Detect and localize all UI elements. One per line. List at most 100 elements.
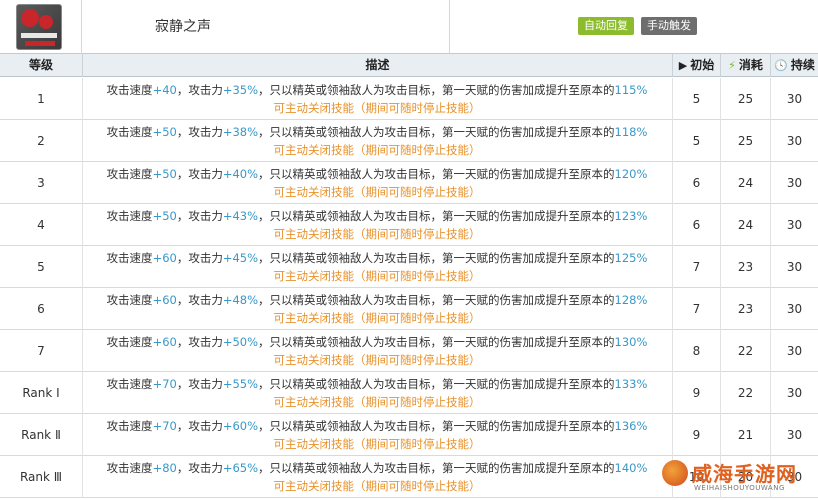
desc-effect-text: ，只以精英或领袖敌人为攻击目标，第一天赋的伤害加成提升至原本的 xyxy=(258,167,615,181)
row-duration: 30 xyxy=(770,330,818,372)
desc-toggle-note: 可主动关闭技能（期间可随时停止技能） xyxy=(273,353,481,367)
row-duration: 30 xyxy=(770,204,818,246)
table-row: 6 攻击速度+60，攻击力+48%，只以精英或领袖敌人为攻击目标，第一天赋的伤害加… xyxy=(0,288,818,330)
table-row: 2 攻击速度+50，攻击力+38%，只以精英或领袖敌人为攻击目标，第一天赋的伤害加… xyxy=(0,120,818,162)
row-initial-sp: 6 xyxy=(672,162,720,204)
table-row: 3 攻击速度+50，攻击力+40%，只以精英或领袖敌人为攻击目标，第一天赋的伤害加… xyxy=(0,162,818,204)
header-duration-label: 持续 xyxy=(790,58,815,72)
desc-atk-value: +60% xyxy=(222,419,259,433)
desc-talent-percent: 118% xyxy=(614,125,648,139)
row-level: 1 xyxy=(37,92,45,106)
desc-toggle-note: 可主动关闭技能（期间可随时停止技能） xyxy=(273,143,481,157)
desc-talent-percent: 136% xyxy=(614,419,648,433)
desc-effect-text: ，只以精英或领袖敌人为攻击目标，第一天赋的伤害加成提升至原本的 xyxy=(258,461,615,475)
row-description: 攻击速度+60，攻击力+45%，只以精英或领袖敌人为攻击目标，第一天赋的伤害加成… xyxy=(82,249,672,285)
row-level: 7 xyxy=(37,344,45,358)
desc-atk-speed-value: +60 xyxy=(152,335,177,349)
desc-talent-percent: 123% xyxy=(614,209,648,223)
row-duration: 30 xyxy=(770,78,818,120)
row-level: 4 xyxy=(37,218,45,232)
desc-toggle-note: 可主动关闭技能（期间可随时停止技能） xyxy=(273,101,481,115)
desc-talent-percent: 133% xyxy=(614,377,648,391)
desc-atk-value: +35% xyxy=(222,83,259,97)
row-description: 攻击速度+50，攻击力+43%，只以精英或领袖敌人为攻击目标，第一天赋的伤害加成… xyxy=(82,207,672,243)
row-initial-sp: 7 xyxy=(672,288,720,330)
desc-atk-speed-label: 攻击速度 xyxy=(106,335,153,349)
desc-talent-percent: 140% xyxy=(614,461,648,475)
desc-atk-speed-value: +70 xyxy=(152,377,177,391)
desc-atk-label: ，攻击力 xyxy=(176,209,223,223)
row-sp-cost: 24 xyxy=(720,204,770,246)
table-row: 5 攻击速度+60，攻击力+45%，只以精英或领袖敌人为攻击目标，第一天赋的伤害加… xyxy=(0,246,818,288)
row-sp-cost: 23 xyxy=(720,246,770,288)
desc-toggle-note: 可主动关闭技能（期间可随时停止技能） xyxy=(273,395,481,409)
row-sp-cost: 21 xyxy=(720,414,770,456)
row-description: 攻击速度+50，攻击力+40%，只以精英或领袖敌人为攻击目标，第一天赋的伤害加成… xyxy=(82,165,672,201)
watermark-logo-icon xyxy=(662,460,688,486)
row-description: 攻击速度+80，攻击力+65%，只以精英或领袖敌人为攻击目标，第一天赋的伤害加成… xyxy=(82,459,672,495)
row-initial-sp: 5 xyxy=(672,120,720,162)
desc-atk-speed-value: +50 xyxy=(152,209,177,223)
desc-toggle-note: 可主动关闭技能（期间可随时停止技能） xyxy=(273,437,481,451)
desc-atk-value: +43% xyxy=(222,209,259,223)
desc-effect-text: ，只以精英或领袖敌人为攻击目标，第一天赋的伤害加成提升至原本的 xyxy=(258,251,615,265)
watermark-title: 威海手游网 xyxy=(692,462,797,486)
desc-atk-speed-label: 攻击速度 xyxy=(106,461,153,475)
desc-talent-percent: 115% xyxy=(614,83,648,97)
skill-header: 寂静之声 自动回复 手动触发 xyxy=(0,0,818,54)
desc-toggle-note: 可主动关闭技能（期间可随时停止技能） xyxy=(273,311,481,325)
desc-atk-speed-value: +60 xyxy=(152,293,177,307)
table-row: Rank Ⅱ 攻击速度+70，攻击力+60%，只以精英或领袖敌人为攻击目标，第一天… xyxy=(0,414,818,456)
row-level: 6 xyxy=(37,302,45,316)
row-sp-cost: 22 xyxy=(720,372,770,414)
row-sp-cost: 24 xyxy=(720,162,770,204)
row-level: 5 xyxy=(37,260,45,274)
lightning-icon: ⚡ xyxy=(728,59,736,72)
row-duration: 30 xyxy=(770,162,818,204)
row-sp-cost: 23 xyxy=(720,288,770,330)
row-description: 攻击速度+70，攻击力+60%，只以精英或领袖敌人为攻击目标，第一天赋的伤害加成… xyxy=(82,417,672,453)
desc-effect-text: ，只以精英或领袖敌人为攻击目标，第一天赋的伤害加成提升至原本的 xyxy=(258,209,615,223)
desc-atk-label: ，攻击力 xyxy=(176,377,223,391)
row-description: 攻击速度+40，攻击力+35%，只以精英或领袖敌人为攻击目标，第一天赋的伤害加成… xyxy=(82,81,672,117)
desc-atk-label: ，攻击力 xyxy=(176,83,223,97)
desc-atk-speed-value: +50 xyxy=(152,125,177,139)
desc-atk-value: +55% xyxy=(222,377,259,391)
table-row: 7 攻击速度+60，攻击力+50%，只以精英或领袖敌人为攻击目标，第一天赋的伤害加… xyxy=(0,330,818,372)
header-cost: ⚡ 消耗 xyxy=(720,54,770,77)
row-sp-cost: 25 xyxy=(720,120,770,162)
desc-talent-percent: 120% xyxy=(614,167,648,181)
table-row: Rank Ⅰ 攻击速度+70，攻击力+55%，只以精英或领袖敌人为攻击目标，第一天… xyxy=(0,372,818,414)
desc-atk-label: ，攻击力 xyxy=(176,167,223,181)
desc-effect-text: ，只以精英或领袖敌人为攻击目标，第一天赋的伤害加成提升至原本的 xyxy=(258,335,615,349)
desc-toggle-note: 可主动关闭技能（期间可随时停止技能） xyxy=(273,185,481,199)
desc-atk-value: +50% xyxy=(222,335,259,349)
row-sp-cost: 25 xyxy=(720,78,770,120)
desc-atk-speed-label: 攻击速度 xyxy=(106,167,153,181)
row-initial-sp: 5 xyxy=(672,78,720,120)
desc-atk-label: ，攻击力 xyxy=(176,293,223,307)
table-header: 等级 描述 ▶ 初始 ⚡ 消耗 🕓 持续 xyxy=(0,54,818,77)
row-initial-sp: 6 xyxy=(672,204,720,246)
row-duration: 30 xyxy=(770,120,818,162)
desc-atk-speed-value: +60 xyxy=(152,251,177,265)
desc-atk-label: ，攻击力 xyxy=(176,461,223,475)
desc-effect-text: ，只以精英或领袖敌人为攻击目标，第一天赋的伤害加成提升至原本的 xyxy=(258,125,615,139)
header-initial-label: 初始 xyxy=(690,58,715,72)
row-description: 攻击速度+50，攻击力+38%，只以精英或领袖敌人为攻击目标，第一天赋的伤害加成… xyxy=(82,123,672,159)
desc-atk-speed-label: 攻击速度 xyxy=(106,377,153,391)
desc-atk-value: +65% xyxy=(222,461,259,475)
desc-atk-label: ，攻击力 xyxy=(176,251,223,265)
skill-name: 寂静之声 xyxy=(155,19,211,35)
row-initial-sp: 8 xyxy=(672,330,720,372)
play-icon: ▶ xyxy=(678,59,688,72)
desc-atk-speed-value: +70 xyxy=(152,419,177,433)
row-description: 攻击速度+60，攻击力+48%，只以精英或领袖敌人为攻击目标，第一天赋的伤害加成… xyxy=(82,291,672,327)
row-initial-sp: 7 xyxy=(672,246,720,288)
desc-atk-value: +38% xyxy=(222,125,259,139)
desc-effect-text: ，只以精英或领袖敌人为攻击目标，第一天赋的伤害加成提升至原本的 xyxy=(258,293,615,307)
desc-atk-label: ，攻击力 xyxy=(176,125,223,139)
desc-atk-label: ，攻击力 xyxy=(176,419,223,433)
watermark-subtitle: WEIHAISHOUYOUWANG xyxy=(694,484,785,492)
desc-atk-speed-label: 攻击速度 xyxy=(106,293,153,307)
